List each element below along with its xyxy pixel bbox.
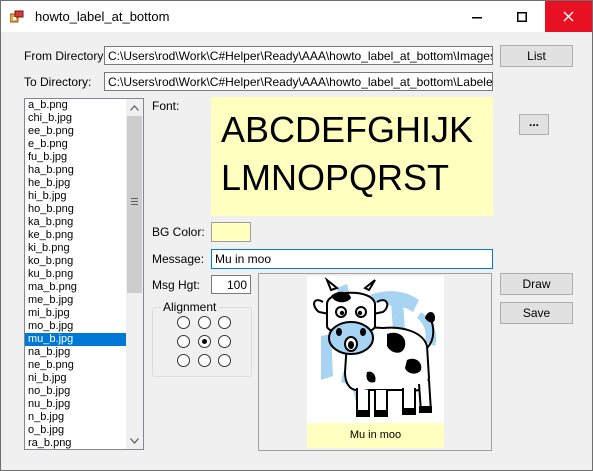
file-list-item[interactable]: ni_b.jpg bbox=[25, 372, 126, 385]
file-list-item[interactable]: na_b.jpg bbox=[25, 346, 126, 359]
msg-height-input[interactable]: 100 bbox=[211, 275, 251, 294]
scroll-down-arrow[interactable] bbox=[126, 432, 143, 449]
file-list-item[interactable]: ki_b.png bbox=[25, 242, 126, 255]
list-button[interactable]: List bbox=[500, 45, 573, 67]
file-list-item[interactable]: ee_b.png bbox=[25, 125, 126, 138]
bg-color-label: BG Color: bbox=[152, 225, 205, 239]
file-list-item[interactable]: a_b.png bbox=[25, 99, 126, 112]
font-picker-button[interactable]: ... bbox=[519, 114, 549, 135]
preview-picture: Mu in moo bbox=[258, 273, 492, 451]
align-top-center-radio[interactable] bbox=[198, 316, 211, 329]
align-middle-right-radio[interactable] bbox=[218, 335, 231, 348]
title-bar[interactable]: howto_label_at_bottom bbox=[1, 1, 592, 32]
bg-color-swatch[interactable] bbox=[211, 222, 251, 242]
file-list-item[interactable]: ma_b.png bbox=[25, 281, 126, 294]
msg-height-label: Msg Hgt: bbox=[152, 278, 201, 292]
align-bottom-center-radio[interactable] bbox=[198, 354, 211, 367]
maximize-button[interactable] bbox=[499, 1, 544, 32]
file-list-item[interactable]: ke_b.png bbox=[25, 229, 126, 242]
file-list-item[interactable]: mi_b.jpg bbox=[25, 307, 126, 320]
font-label: Font: bbox=[152, 99, 180, 113]
app-icon bbox=[10, 10, 24, 23]
chevron-up-icon bbox=[130, 104, 139, 111]
file-list-item[interactable]: chi_b.jpg bbox=[25, 112, 126, 125]
file-list-item[interactable]: mo_b.jpg bbox=[25, 320, 126, 333]
scroll-thumb[interactable] bbox=[127, 116, 142, 293]
file-list-item[interactable]: n_b.jpg bbox=[25, 411, 126, 424]
align-top-left-radio[interactable] bbox=[177, 316, 190, 329]
save-button[interactable]: Save bbox=[500, 302, 573, 324]
minimize-button[interactable] bbox=[454, 1, 499, 32]
message-label: Message: bbox=[152, 252, 205, 266]
file-list-item[interactable]: mu_b.jpg bbox=[25, 333, 126, 346]
scroll-up-arrow[interactable] bbox=[126, 99, 143, 116]
align-bottom-right-radio[interactable] bbox=[218, 354, 231, 367]
file-list-items: a_b.png chi_b.jpg ee_b.png e_b.png fu_b.jpg h… bbox=[25, 99, 126, 449]
align-top-right-radio[interactable] bbox=[218, 316, 231, 329]
file-listbox[interactable]: a_b.png chi_b.jpg ee_b.png e_b.png fu_b.jpg h… bbox=[24, 98, 144, 450]
font-sample-line1: ABCDEFGHIJK bbox=[221, 109, 474, 150]
align-bottom-left-radio[interactable] bbox=[177, 354, 190, 367]
app-window: howto_label_at_bottom From Directory: C:… bbox=[0, 0, 593, 471]
file-list-item[interactable]: no_b.jpg bbox=[25, 385, 126, 398]
from-directory-label: From Directory: bbox=[24, 49, 107, 63]
preview-caption: Mu in moo bbox=[307, 423, 444, 448]
preview-image bbox=[307, 276, 444, 423]
from-directory-input[interactable]: C:\Users\rod\Work\C#Helper\Ready\AAA\how… bbox=[104, 46, 493, 65]
file-list-item[interactable]: ko_b.png bbox=[25, 255, 126, 268]
file-list-item[interactable]: ne_b.png bbox=[25, 359, 126, 372]
chevron-down-icon bbox=[130, 437, 139, 444]
align-middle-center-radio[interactable] bbox=[198, 335, 211, 348]
draw-button[interactable]: Draw bbox=[500, 273, 573, 295]
font-sample: ABCDEFGHIJK LMNOPQRST bbox=[211, 97, 493, 216]
file-list-item[interactable]: hi_b.jpg bbox=[25, 190, 126, 203]
window-title: howto_label_at_bottom bbox=[35, 9, 170, 24]
align-middle-left-radio[interactable] bbox=[177, 335, 190, 348]
file-list-item[interactable]: e_b.png bbox=[25, 138, 126, 151]
file-list-item[interactable]: fu_b.jpg bbox=[25, 151, 126, 164]
file-list-item[interactable]: he_b.jpg bbox=[25, 177, 126, 190]
file-list-item[interactable]: ku_b.png bbox=[25, 268, 126, 281]
grip-icon bbox=[131, 198, 138, 205]
minimize-icon bbox=[471, 16, 482, 18]
alignment-label: Alignment bbox=[161, 300, 219, 314]
list-scrollbar[interactable] bbox=[126, 99, 143, 449]
close-icon bbox=[563, 11, 574, 22]
font-sample-line2: LMNOPQRST bbox=[221, 157, 450, 198]
file-list-item[interactable]: o_b.jpg bbox=[25, 424, 126, 437]
file-list-item[interactable]: ka_b.png bbox=[25, 216, 126, 229]
to-directory-input[interactable]: C:\Users\rod\Work\C#Helper\Ready\AAA\how… bbox=[104, 72, 493, 91]
file-list-item[interactable]: nu_b.jpg bbox=[25, 398, 126, 411]
cow-illustration bbox=[313, 276, 437, 417]
to-directory-label: To Directory: bbox=[24, 75, 92, 89]
close-button[interactable] bbox=[545, 1, 592, 32]
message-input[interactable]: Mu in moo bbox=[211, 249, 493, 269]
file-list-item[interactable]: ho_b.png bbox=[25, 203, 126, 216]
file-list-item[interactable]: ha_b.png bbox=[25, 164, 126, 177]
file-list-item[interactable]: ra_b.png bbox=[25, 437, 126, 449]
file-list-item[interactable]: me_b.jpg bbox=[25, 294, 126, 307]
maximize-icon bbox=[516, 11, 527, 22]
